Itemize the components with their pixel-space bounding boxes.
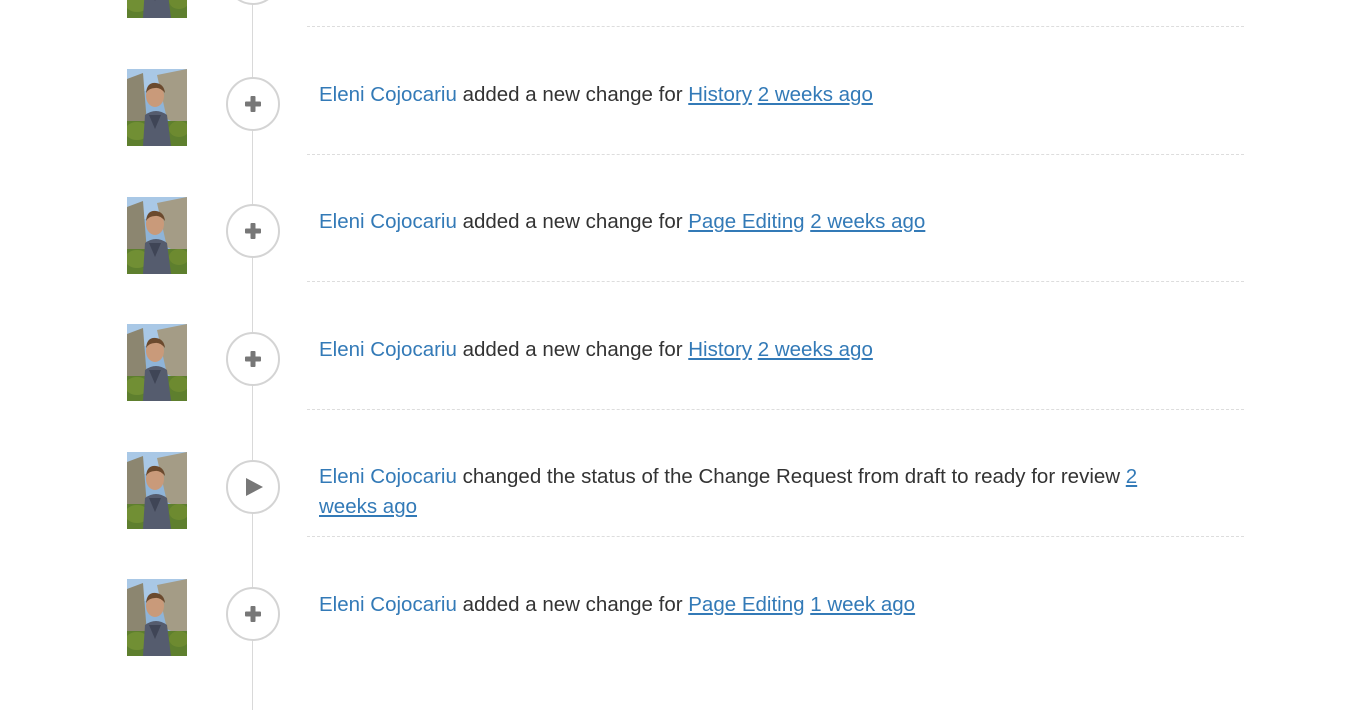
avatar[interactable]: [127, 324, 187, 401]
divider: [307, 536, 1244, 537]
timestamp-link[interactable]: 2 weeks ago: [758, 83, 873, 106]
activity-timeline: Eleni Cojocariu added a new change for H…: [0, 0, 1352, 710]
user-link[interactable]: Eleni Cojocariu: [319, 338, 457, 361]
activity-text: Eleni Cojocariu added a new change for H…: [319, 335, 1179, 365]
activity-action: added a new change for: [456, 338, 689, 361]
timeline-marker: [226, 0, 280, 5]
activity-text: Eleni Cojocariu added a new change for H…: [319, 80, 1179, 110]
timeline-marker: [226, 332, 280, 386]
target-link[interactable]: History: [688, 338, 752, 361]
activity-text: Eleni Cojocariu added a new change for P…: [319, 207, 1179, 237]
target-link[interactable]: Page Editing: [688, 593, 804, 616]
timeline-marker: [226, 460, 280, 514]
avatar[interactable]: [127, 452, 187, 529]
timeline-marker: [226, 587, 280, 641]
plus-icon: [245, 606, 261, 622]
timestamp-link[interactable]: 2 weeks ago: [758, 338, 873, 361]
avatar[interactable]: [127, 579, 187, 656]
plus-icon: [245, 351, 261, 367]
target-link[interactable]: History: [688, 83, 752, 106]
activity-action: added a new change for: [456, 210, 689, 233]
user-link[interactable]: Eleni Cojocariu: [319, 83, 457, 106]
activity-action: added a new change for: [456, 593, 689, 616]
avatar: [127, 0, 187, 18]
user-link[interactable]: Eleni Cojocariu: [319, 465, 457, 488]
divider: [307, 26, 1244, 27]
plus-icon: [245, 223, 261, 239]
target-link[interactable]: Page Editing: [688, 210, 804, 233]
user-link[interactable]: Eleni Cojocariu: [319, 210, 457, 233]
divider: [307, 409, 1244, 410]
activity-text: Eleni Cojocariu added a new change for P…: [319, 590, 1179, 620]
user-link[interactable]: Eleni Cojocariu: [319, 593, 457, 616]
avatar[interactable]: [127, 69, 187, 146]
activity-text: Eleni Cojocariu changed the status of th…: [319, 462, 1179, 522]
timestamp-link[interactable]: 2 weeks ago: [810, 210, 925, 233]
divider: [307, 281, 1244, 282]
play-icon: [246, 478, 263, 496]
avatar[interactable]: [127, 197, 187, 274]
plus-icon: [245, 96, 261, 112]
timeline-marker: [226, 204, 280, 258]
divider: [307, 154, 1244, 155]
timestamp-link[interactable]: 1 week ago: [810, 593, 915, 616]
activity-action: changed the status of the Change Request…: [456, 465, 1126, 488]
activity-action: added a new change for: [456, 83, 689, 106]
timeline-marker: [226, 77, 280, 131]
